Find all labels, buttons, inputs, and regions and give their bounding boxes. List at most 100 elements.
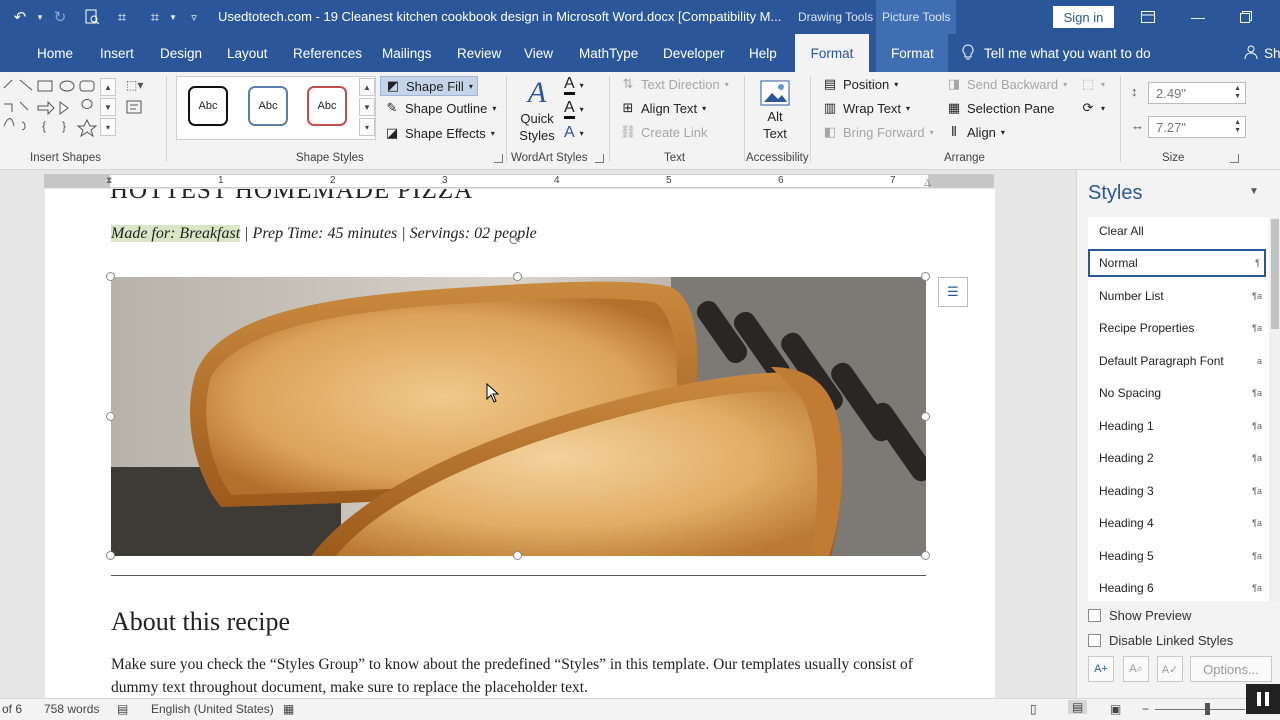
tell-me-search[interactable]: Tell me what you want to do — [962, 34, 1151, 72]
draw-textbox-icon[interactable] — [126, 100, 144, 116]
pane-options-icon[interactable]: ▼ — [1249, 186, 1259, 197]
sign-in-button[interactable]: Sign in — [1053, 6, 1114, 28]
customize-dropdown-icon[interactable]: ▾ — [163, 7, 183, 27]
right-indent-icon[interactable]: △ — [924, 177, 931, 188]
tab-mailings[interactable]: Mailings — [382, 34, 432, 72]
zoom-out-icon[interactable]: − — [1142, 702, 1149, 716]
style-item-number-list[interactable]: Number List ¶a — [1088, 282, 1266, 310]
rotate-button[interactable]: ⟳ ▾ — [1080, 100, 1105, 116]
proofing-icon[interactable]: ▤ — [117, 702, 128, 716]
style-item-default-paragraph-font[interactable]: Default Paragraph Font a — [1088, 347, 1266, 375]
group-button[interactable]: ⬚ ▾ — [1080, 76, 1105, 92]
style-item-heading-1[interactable]: Heading 1 ¶a — [1088, 412, 1266, 440]
print-preview-icon[interactable] — [82, 7, 102, 27]
checkbox-box[interactable] — [1088, 609, 1101, 622]
width-spinner[interactable]: 7.27" ▲ ▼ — [1148, 116, 1246, 138]
styles-scrollbar[interactable] — [1269, 217, 1280, 601]
toast-image[interactable] — [111, 277, 926, 556]
recipe-title[interactable]: HOTTEST HOMEMADE PIZZA — [110, 189, 473, 205]
height-arrows-icon[interactable]: ▲ ▼ — [1234, 85, 1241, 101]
word-count[interactable]: 758 words — [44, 702, 99, 716]
styles-scroll-down[interactable]: ▼ — [359, 98, 375, 116]
zoom-slider[interactable] — [1155, 709, 1245, 710]
style-item-heading-6[interactable]: Heading 6 ¶a — [1088, 574, 1266, 601]
manage-styles-icon[interactable]: A✓ — [1157, 656, 1183, 682]
send-backward-button[interactable]: ◨ Send Backward ▾ — [946, 76, 1067, 92]
style-item-heading-3[interactable]: Heading 3 ¶a — [1088, 477, 1266, 505]
redo-icon[interactable]: ↻ — [50, 7, 70, 27]
about-body[interactable]: Make sure you check the “Styles Group” t… — [111, 653, 931, 698]
style-inspector-icon[interactable]: A⌕ — [1123, 656, 1149, 682]
tab-format-drawing[interactable]: Format — [795, 34, 869, 72]
text-effects-button[interactable]: A ▾ — [564, 124, 584, 142]
resize-handle-sw[interactable] — [106, 551, 115, 560]
share-button[interactable]: Sh — [1244, 34, 1280, 72]
draw-table-icon[interactable]: ⌗ — [112, 7, 132, 27]
height-spinner[interactable]: 2.49" ▲ ▼ — [1148, 82, 1246, 104]
tab-developer[interactable]: Developer — [663, 34, 725, 72]
style-item-no-spacing[interactable]: No Spacing ¶a — [1088, 379, 1266, 407]
size-launcher[interactable] — [1230, 154, 1239, 163]
text-outline-button[interactable]: A ▾ — [564, 100, 584, 119]
wrap-text-button[interactable]: ▥ Wrap Text ▾ — [822, 100, 910, 116]
text-direction-button[interactable]: ⇅ Text Direction ▾ — [620, 76, 729, 92]
style-item-heading-5[interactable]: Heading 5 ¶a — [1088, 542, 1266, 570]
checkbox-box[interactable] — [1088, 634, 1101, 647]
shapes-scroll-down[interactable]: ▼ — [100, 98, 116, 116]
text-fill-button[interactable]: A ▾ — [564, 76, 584, 95]
read-mode-icon[interactable]: ▯ — [1030, 702, 1037, 716]
tab-design[interactable]: Design — [160, 34, 202, 72]
resize-handle-e[interactable] — [921, 412, 930, 421]
pause-icon[interactable] — [1246, 684, 1280, 714]
zoom-thumb[interactable] — [1205, 703, 1210, 715]
ribbon-display-icon[interactable] — [1136, 6, 1160, 28]
disable-linked-styles-checkbox[interactable]: Disable Linked Styles — [1088, 633, 1233, 648]
selection-pane-button[interactable]: ▦ Selection Pane — [946, 100, 1055, 116]
horizontal-ruler[interactable]: 1 2 3 4 5 6 7 ⧗ △ — [44, 174, 994, 188]
tab-references[interactable]: References — [293, 34, 362, 72]
style-item-heading-2[interactable]: Heading 2 ¶a — [1088, 444, 1266, 472]
quick-styles-button[interactable]: A Quick Styles — [514, 76, 560, 150]
style-item-clear-all[interactable]: Clear All — [1088, 217, 1266, 245]
shape-style-blue[interactable]: Abc — [248, 86, 288, 126]
layout-options-icon[interactable]: ☰ — [938, 277, 968, 307]
indent-marker-icon[interactable]: ⧗ — [106, 175, 112, 186]
undo-icon[interactable]: ↶ — [10, 7, 30, 27]
bring-forward-button[interactable]: ◧ Bring Forward ▾ — [822, 124, 934, 140]
tab-review[interactable]: Review — [457, 34, 501, 72]
position-button[interactable]: ▤ Position ▾ — [822, 76, 898, 92]
shape-style-black[interactable]: Abc — [188, 86, 228, 126]
edit-shape-icon[interactable]: ⬚▾ — [126, 78, 156, 94]
rotate-handle-icon[interactable]: ⟳ — [509, 232, 525, 248]
tab-layout[interactable]: Layout — [227, 34, 268, 72]
shapes-scroll-up[interactable]: ▲ — [100, 78, 116, 96]
web-layout-icon[interactable]: ▣ — [1110, 702, 1121, 716]
print-layout-icon[interactable]: ▤ — [1068, 700, 1088, 714]
tab-view[interactable]: View — [524, 34, 553, 72]
align-text-button[interactable]: ⊞ Align Text ▾ — [620, 100, 707, 116]
resize-handle-n[interactable] — [513, 272, 522, 281]
recipe-meta[interactable]: Made for: Breakfast | Prep Time: 45 minu… — [111, 225, 537, 243]
tab-help[interactable]: Help — [749, 34, 777, 72]
shape-outline-button[interactable]: ✎ Shape Outline ▾ — [384, 100, 497, 116]
style-item-heading-4[interactable]: Heading 4 ¶a — [1088, 509, 1266, 537]
qat-more-icon[interactable]: ▿ — [184, 7, 204, 27]
tab-insert[interactable]: Insert — [100, 34, 134, 72]
new-style-icon[interactable]: A+ — [1088, 656, 1114, 682]
about-heading[interactable]: About this recipe — [111, 607, 290, 637]
options-button[interactable]: Options... — [1190, 656, 1272, 682]
styles-scroll-up[interactable]: ▲ — [359, 78, 375, 96]
page-count[interactable]: of 6 — [2, 702, 22, 716]
wordart-launcher[interactable] — [595, 154, 604, 163]
resize-handle-ne[interactable] — [921, 272, 930, 281]
resize-handle-se[interactable] — [921, 551, 930, 560]
align-button[interactable]: ⫴ Align ▾ — [946, 124, 1005, 140]
shape-effects-button[interactable]: ◪ Shape Effects ▾ — [384, 125, 495, 141]
alt-text-button[interactable]: Alt Text — [752, 76, 798, 150]
language[interactable]: English (United States) — [151, 702, 274, 716]
tab-format-picture[interactable]: Format — [891, 34, 934, 72]
width-arrows-icon[interactable]: ▲ ▼ — [1234, 119, 1241, 135]
style-item-recipe-properties[interactable]: Recipe Properties ¶a — [1088, 314, 1266, 342]
restore-icon[interactable] — [1234, 6, 1258, 28]
undo-dropdown-icon[interactable]: ▾ — [30, 7, 50, 27]
